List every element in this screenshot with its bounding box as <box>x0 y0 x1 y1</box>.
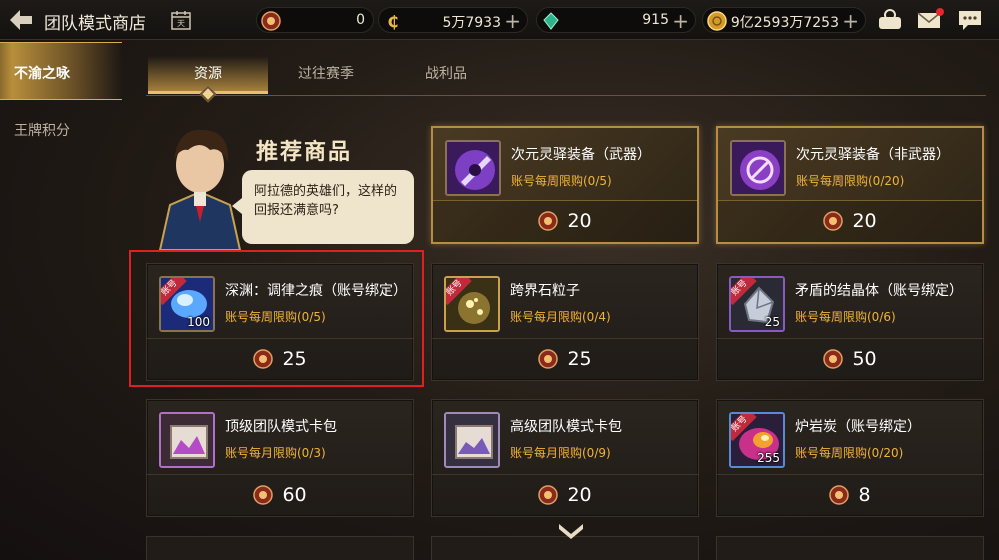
gold-c-coin-icon: ₵ <box>387 12 398 31</box>
item-icon-box <box>159 412 215 468</box>
purple-weapon-icon <box>447 142 499 194</box>
chevron-down-icon[interactable] <box>556 520 586 542</box>
currency-value: 915 <box>642 12 669 28</box>
red-coin-icon <box>823 211 844 231</box>
currency-gold-coin: 9亿2593万7253 + <box>702 7 866 33</box>
add-currency-button[interactable]: + <box>504 9 521 33</box>
shop-item-card[interactable]: 账号 25 矛盾的结晶体（账号绑定） 账号每周限购(0/6) 50 <box>716 263 984 381</box>
svg-text:天: 天 <box>177 19 185 28</box>
red-coin-icon <box>253 485 274 505</box>
tab-label: 过往赛季 <box>298 66 354 82</box>
chat-icon[interactable] <box>956 7 984 33</box>
currency-gold-c: ₵ 5万7933 + <box>378 7 528 33</box>
sidebar-item-label: 不渝之咏 <box>14 66 70 82</box>
shop-item-card[interactable]: 顶级团队模式卡包 账号每月限购(0/3) 60 <box>146 399 414 517</box>
red-coin-icon <box>538 349 559 369</box>
shop-item-card[interactable]: 账号 跨界石粒子 账号每月限购(0/4) 25 <box>431 263 699 381</box>
item-name: 跨界石粒子 <box>510 283 580 299</box>
item-price: 20 <box>567 484 592 506</box>
highlight-box <box>129 250 424 387</box>
gold-coin-icon <box>707 11 727 31</box>
buy-price-button[interactable]: 50 <box>717 338 983 380</box>
item-name: 高级团队模式卡包 <box>510 419 622 435</box>
tab-label: 战利品 <box>425 66 467 82</box>
shop-bag-icon[interactable] <box>876 7 904 33</box>
item-price: 25 <box>567 348 592 370</box>
currency-value: 5万7933 <box>442 15 501 31</box>
tab-bar: 资源 过往赛季 战利品 <box>146 56 986 103</box>
red-coin-icon <box>823 349 844 369</box>
currency-value: 9亿2593万7253 <box>730 15 839 31</box>
shop-item-card-partial[interactable] <box>146 536 414 560</box>
item-icon-box: 账号 255 <box>729 412 785 468</box>
item-name: 次元灵驿装备（非武器） <box>796 147 950 163</box>
tab-past-seasons[interactable]: 过往赛季 <box>266 56 386 94</box>
item-purchase-limit: 账号每周限购(0/6) <box>795 310 896 324</box>
item-icon-box <box>444 412 500 468</box>
add-currency-button[interactable]: + <box>842 9 859 33</box>
item-purchase-limit: 账号每月限购(0/3) <box>225 446 326 460</box>
card-pack-icon <box>161 414 213 466</box>
shop-item-card[interactable]: 次元灵驿装备（武器） 账号每周限购(0/5) 20 <box>431 126 699 244</box>
sidebar-item-ace-points[interactable]: 王牌积分 <box>0 100 122 158</box>
item-icon-box <box>730 140 786 196</box>
item-purchase-limit: 账号每周限购(0/20) <box>796 174 905 188</box>
tab-loot[interactable]: 战利品 <box>386 56 506 94</box>
tab-label: 资源 <box>194 66 222 82</box>
mail-icon[interactable] <box>916 7 944 33</box>
buy-price-button[interactable]: 25 <box>432 338 698 380</box>
tab-resources[interactable]: 资源 <box>148 56 268 103</box>
item-quantity: 255 <box>757 451 780 465</box>
item-name: 矛盾的结晶体（账号绑定） <box>795 283 963 299</box>
red-coin-icon <box>538 485 559 505</box>
page-title: 团队模式商店 <box>44 14 146 34</box>
top-bar: 团队模式商店 天 0 ₵ 5万7933 + 915 + 9亿2593万7253 <box>0 0 999 40</box>
buy-price-button[interactable]: 8 <box>717 474 983 516</box>
featured-title: 推荐商品 <box>256 140 353 165</box>
item-quantity: 25 <box>764 315 780 329</box>
item-price: 50 <box>852 348 877 370</box>
item-price: 60 <box>282 484 307 506</box>
add-currency-button[interactable]: + <box>672 9 689 33</box>
item-purchase-limit: 账号每月限购(0/9) <box>510 446 611 460</box>
item-purchase-limit: 账号每周限购(0/5) <box>511 174 612 188</box>
shop-item-card[interactable]: 高级团队模式卡包 账号每月限购(0/9) 20 <box>431 399 699 517</box>
svg-text:₵: ₵ <box>387 12 398 31</box>
item-price: 8 <box>858 484 871 506</box>
item-price: 20 <box>852 210 877 232</box>
item-purchase-limit: 账号每周限购(0/20) <box>795 446 904 460</box>
buy-price-button[interactable]: 20 <box>718 200 982 242</box>
tab-active-indicator <box>199 85 217 103</box>
buy-price-button[interactable]: 20 <box>432 474 698 516</box>
card-pack-icon <box>446 414 498 466</box>
red-coin-icon <box>829 485 850 505</box>
item-icon-box <box>445 140 501 196</box>
item-name: 炉岩炭（账号绑定） <box>795 419 921 435</box>
red-coin-icon <box>261 11 281 31</box>
item-purchase-limit: 账号每月限购(0/4) <box>510 310 611 324</box>
buy-price-button[interactable]: 60 <box>147 474 413 516</box>
purple-armor-icon <box>732 142 784 194</box>
currency-red-coin: 0 <box>256 7 374 33</box>
shop-item-card[interactable]: 次元灵驿装备（非武器） 账号每周限购(0/20) 20 <box>716 126 984 244</box>
back-arrow-icon[interactable] <box>6 7 36 33</box>
sidebar-item-label: 王牌积分 <box>14 123 70 139</box>
item-name: 次元灵驿装备（武器） <box>511 147 651 163</box>
red-coin-icon <box>538 211 559 231</box>
item-icon-box: 账号 25 <box>729 276 785 332</box>
currency-green-crystal: 915 + <box>536 7 696 33</box>
sidebar-item-buyu[interactable]: 不渝之咏 <box>0 42 122 100</box>
calendar-icon[interactable]: 天 <box>170 9 192 31</box>
shop-item-card[interactable]: 账号 255 炉岩炭（账号绑定） 账号每周限购(0/20) 8 <box>716 399 984 517</box>
green-crystal-icon <box>543 12 559 30</box>
currency-value: 0 <box>356 12 365 28</box>
item-name: 顶级团队模式卡包 <box>225 419 337 435</box>
item-icon-box: 账号 <box>444 276 500 332</box>
item-price: 20 <box>567 210 592 232</box>
shop-item-card-partial[interactable] <box>716 536 984 560</box>
buy-price-button[interactable]: 20 <box>433 200 697 242</box>
npc-speech-bubble: 阿拉德的英雄们，这样的回报还满意吗? <box>232 170 414 244</box>
sidebar: 不渝之咏 王牌积分 <box>0 40 122 560</box>
